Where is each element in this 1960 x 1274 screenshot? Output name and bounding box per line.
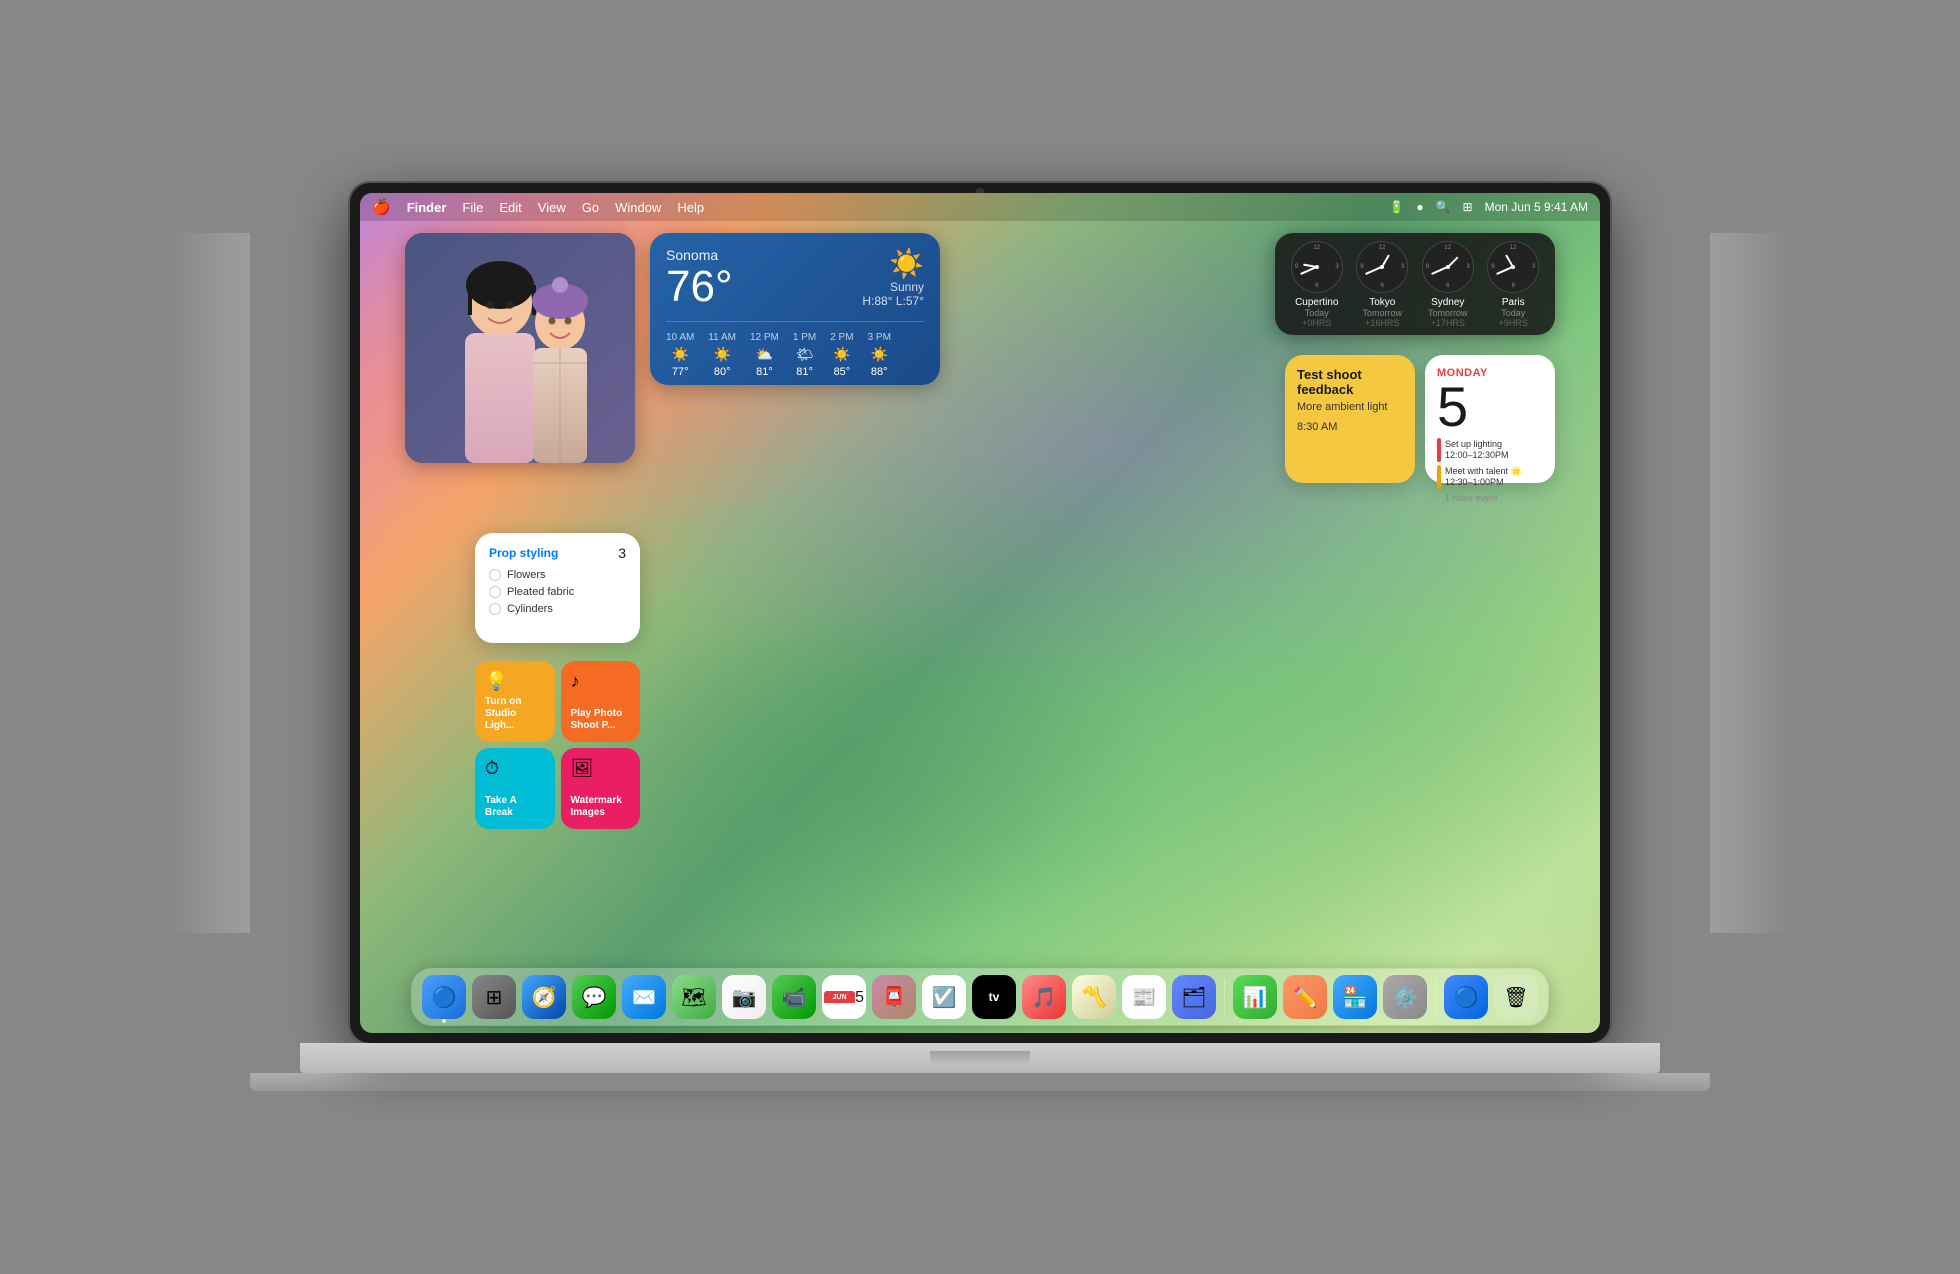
- shortcut-studio-light[interactable]: 💡 Turn on Studio Ligh...: [475, 661, 555, 742]
- clock-tokyo: 12 3 6 9 Tokyo Tomorrow +16HRS: [1355, 241, 1411, 328]
- notes-body: More ambient light: [1297, 401, 1403, 413]
- dock-appstore[interactable]: 🏪: [1333, 975, 1377, 1019]
- weather-hour-4: 2 PM ☀️ 85°: [830, 332, 853, 378]
- notes-widget: Test shoot feedback More ambient light 8…: [1285, 355, 1415, 483]
- menubar: 🍎 Finder File Edit View Go Window Help 🔋…: [360, 193, 1600, 221]
- dock-appletv[interactable]: tv: [972, 975, 1016, 1019]
- reminder-item-1: Pleated fabric: [489, 586, 626, 598]
- dock: 🔵 ⊞ 🧭 💬: [412, 969, 1548, 1025]
- dock-launchpad[interactable]: ⊞: [472, 975, 516, 1019]
- shortcut-watermark[interactable]: 🖼 Watermark Images: [561, 748, 641, 829]
- finder-menu[interactable]: Finder: [407, 200, 447, 215]
- weather-hourly: 10 AM ☀️ 77° 11 AM ☀️ 80° 12 PM ⛅ 81: [666, 321, 924, 378]
- macbook-foot: [250, 1073, 1710, 1091]
- dock-trash[interactable]: 🗑: [1494, 975, 1538, 1019]
- dock-separator: [1224, 979, 1225, 1015]
- clock-cupertino: 12 3 6 9 Cupertino Today +0HRS: [1289, 241, 1345, 328]
- shortcuts-widget: 💡 Turn on Studio Ligh... ♪ Play Photo Sh…: [475, 661, 640, 829]
- dock-photos[interactable]: 📷: [722, 975, 766, 1019]
- photo-content: [405, 233, 635, 463]
- dock-reminders[interactable]: ☑️: [922, 975, 966, 1019]
- dock-numbers[interactable]: 📊: [1233, 975, 1277, 1019]
- dock-separator-2: [1435, 979, 1436, 1015]
- calendar-day: 5: [1437, 379, 1543, 435]
- dock-maps[interactable]: 🗺: [672, 975, 716, 1019]
- notes-title: Test shoot feedback: [1297, 367, 1403, 397]
- dock-files[interactable]: 🗂: [1172, 975, 1216, 1019]
- desktop: 🍎 Finder File Edit View Go Window Help 🔋…: [360, 193, 1600, 1033]
- clocks-widget: 12 3 6 9 Cupertino Today +0HRS: [1275, 233, 1555, 335]
- image-icon: 🖼: [571, 758, 631, 779]
- dock-calendar[interactable]: JUN 5: [822, 975, 866, 1019]
- clock-face-cupertino: 12 3 6 9: [1291, 241, 1343, 293]
- clock-face-tokyo: 12 3 6 9: [1356, 241, 1408, 293]
- weather-location: Sonoma: [666, 247, 733, 263]
- weather-hour-5: 3 PM ☀️ 88°: [868, 332, 891, 378]
- file-menu[interactable]: File: [462, 200, 483, 215]
- reminder-item-0: Flowers: [489, 569, 626, 581]
- weather-sun-icon: ☀️: [862, 247, 924, 280]
- photos-widget: [405, 233, 635, 463]
- dock-mail[interactable]: ✉️: [622, 975, 666, 1019]
- lightbulb-icon: 💡: [485, 671, 545, 692]
- help-menu[interactable]: Help: [677, 200, 704, 215]
- dock-pages[interactable]: ✏️: [1283, 975, 1327, 1019]
- wifi-icon: ●: [1416, 200, 1423, 214]
- go-menu[interactable]: Go: [582, 200, 599, 215]
- screen-bezel: 🍎 Finder File Edit View Go Window Help 🔋…: [350, 183, 1610, 1043]
- apple-menu[interactable]: 🍎: [372, 198, 391, 216]
- shortcut-play-music[interactable]: ♪ Play Photo Shoot P...: [561, 661, 641, 742]
- clock-face-paris: 12 3 6 9: [1487, 241, 1539, 293]
- battery-icon: 🔋: [1389, 200, 1404, 214]
- weather-widget: Sonoma 76° ☀️ Sunny H:88° L:57° 10 AM ☀️: [650, 233, 940, 385]
- control-center-icon[interactable]: ⊞: [1463, 200, 1473, 214]
- datetime-display: Mon Jun 5 9:41 AM: [1485, 200, 1588, 214]
- clock-sydney: 12 3 6 9 Sydney Tomorrow +17HRS: [1420, 241, 1476, 328]
- dock-contacts[interactable]: 📮: [872, 975, 916, 1019]
- weather-highlow: H:88° L:57°: [862, 294, 924, 308]
- dock-freeform[interactable]: 〽️: [1072, 975, 1116, 1019]
- search-icon[interactable]: 🔍: [1436, 200, 1451, 214]
- weather-condition: Sunny: [862, 280, 924, 294]
- dock-safari[interactable]: 🧭: [522, 975, 566, 1019]
- weather-hour-3: 1 PM 🌤 81°: [793, 332, 816, 378]
- clock-paris: 12 3 6 9 Paris Today +9HRS: [1486, 241, 1542, 328]
- screen: 🍎 Finder File Edit View Go Window Help 🔋…: [360, 193, 1600, 1033]
- reminders-count: 3: [618, 545, 626, 561]
- calendar-event-1: Meet with talent 🌟 12:30–1:00PM: [1437, 465, 1543, 489]
- weather-hour-0: 10 AM ☀️ 77°: [666, 332, 694, 378]
- view-menu[interactable]: View: [538, 200, 566, 215]
- music-icon: ♪: [571, 671, 631, 692]
- dock-facetime[interactable]: 📹: [772, 975, 816, 1019]
- dock-finder[interactable]: 🔵: [422, 975, 466, 1019]
- edit-menu[interactable]: Edit: [499, 200, 521, 215]
- clock-face-sydney: 12 3 6 9: [1422, 241, 1474, 293]
- macbook-base: [300, 1043, 1660, 1073]
- weather-hour-2: 12 PM ⛅ 81°: [750, 332, 779, 378]
- weather-temp: 76°: [666, 263, 733, 311]
- dock-messages[interactable]: 💬: [572, 975, 616, 1019]
- window-menu[interactable]: Window: [615, 200, 661, 215]
- reminders-title: Prop styling: [489, 546, 558, 560]
- reminders-widget: Prop styling 3 Flowers Pleated fabric Cy…: [475, 533, 640, 643]
- calendar-event-0: Set up lighting 12:00–12:30PM: [1437, 438, 1543, 462]
- menubar-left: 🍎 Finder File Edit View Go Window Help: [372, 198, 704, 216]
- calendar-more-events: 1 more event: [1437, 493, 1543, 503]
- calendar-widget: Monday 5 Set up lighting 12:00–12:30PM M…: [1425, 355, 1555, 483]
- photo-svg: [405, 233, 635, 463]
- dock-system-preferences[interactable]: ⚙️: [1383, 975, 1427, 1019]
- shortcut-take-break[interactable]: ⏱ Take A Break: [475, 748, 555, 829]
- reminders-header: Prop styling 3: [489, 545, 626, 561]
- timer-icon: ⏱: [485, 758, 545, 779]
- weather-hour-1: 11 AM ☀️ 80°: [708, 332, 736, 378]
- dock-music[interactable]: 🎵: [1022, 975, 1066, 1019]
- dock-news[interactable]: 📰: [1122, 975, 1166, 1019]
- menubar-right: 🔋 ● 🔍 ⊞ Mon Jun 5 9:41 AM: [1389, 200, 1588, 214]
- dock-siri[interactable]: 🔵: [1444, 975, 1488, 1019]
- reminder-item-2: Cylinders: [489, 603, 626, 615]
- notes-time: 8:30 AM: [1297, 421, 1403, 433]
